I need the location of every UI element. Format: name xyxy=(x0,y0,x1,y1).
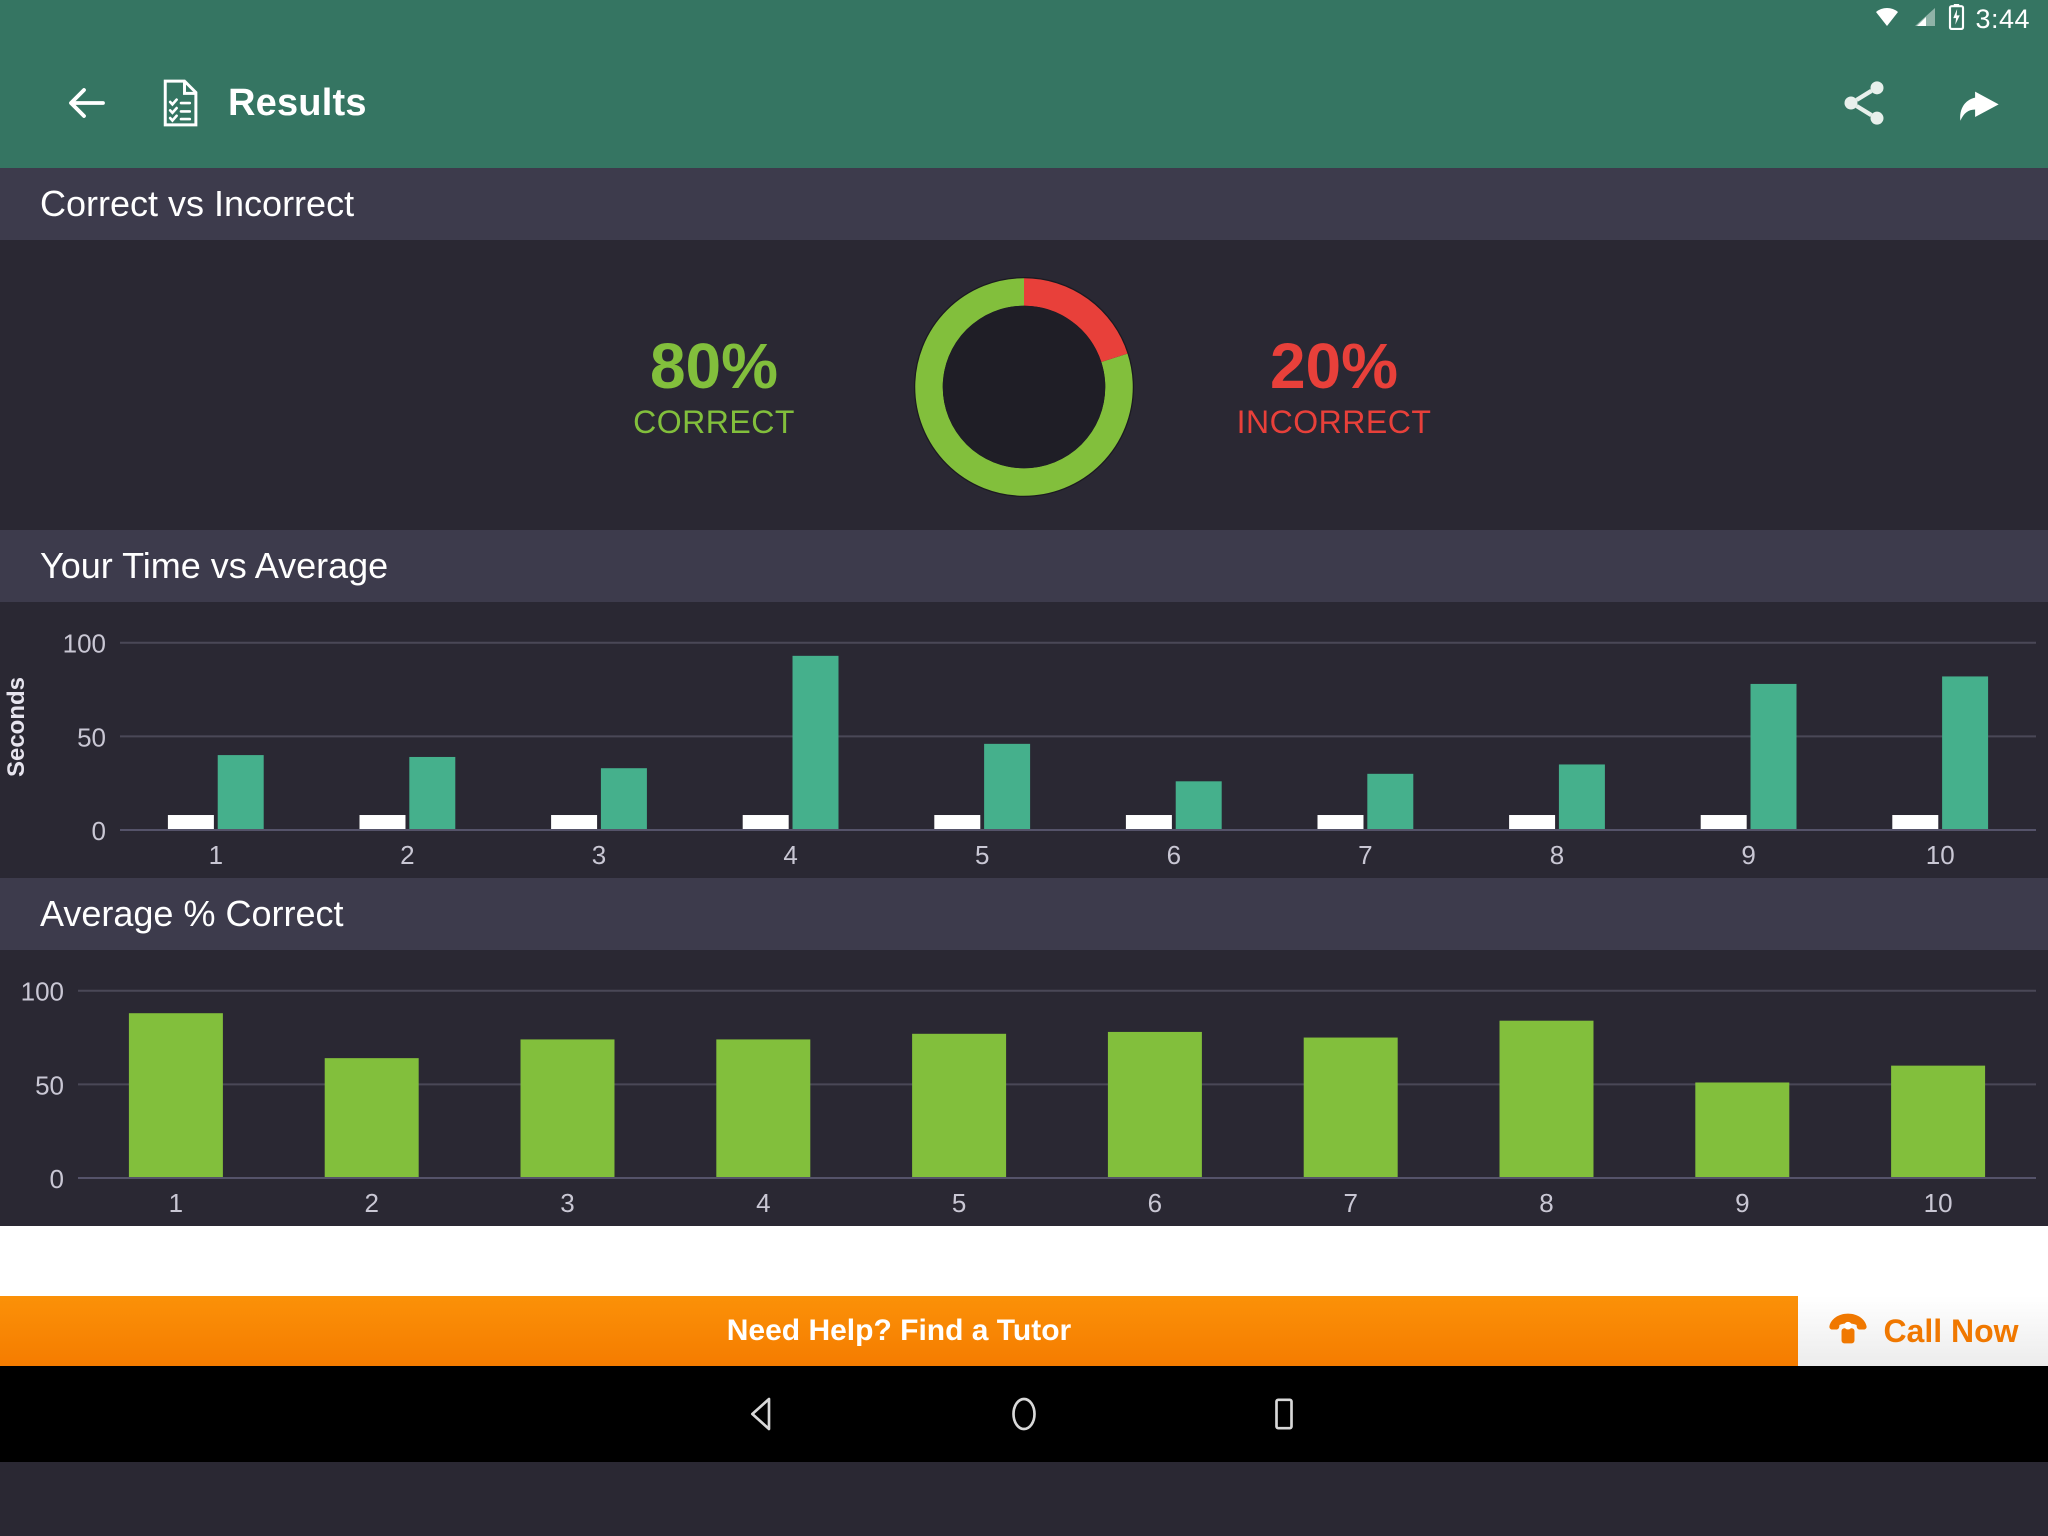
back-arrow-icon[interactable] xyxy=(52,68,122,138)
cellular-signal-icon xyxy=(1912,5,1938,34)
incorrect-label: INCORRECT xyxy=(1236,404,1432,441)
telephone-icon xyxy=(1827,1311,1869,1352)
bar xyxy=(217,755,264,830)
x-axis-tick-label: 1 xyxy=(169,1188,183,1218)
x-axis-tick-label: 9 xyxy=(1735,1188,1749,1218)
bar xyxy=(716,1039,811,1178)
x-axis-tick-label: 8 xyxy=(1539,1188,1553,1218)
app-bar-actions xyxy=(1832,71,2012,135)
x-axis-tick-label: 7 xyxy=(1358,840,1372,870)
y-axis-tick-label: 50 xyxy=(77,722,106,752)
x-axis-tick-label: 10 xyxy=(1926,840,1955,870)
find-a-tutor-button[interactable]: Need Help? Find a Tutor xyxy=(0,1296,1798,1366)
correct-incorrect-donut-chart xyxy=(899,262,1149,512)
call-now-button[interactable]: Call Now xyxy=(1798,1296,2048,1366)
status-icons xyxy=(1872,3,1965,35)
bar xyxy=(1558,764,1605,830)
bar xyxy=(912,1033,1007,1178)
android-navigation-bar xyxy=(0,1366,2048,1462)
x-axis-tick-label: 6 xyxy=(1148,1188,1162,1218)
y-axis-tick-label: 100 xyxy=(63,629,106,659)
bar xyxy=(1892,815,1939,830)
app-bar: Results xyxy=(0,38,2048,168)
correct-vs-incorrect-panel: 80% CORRECT 20% INCORRECT xyxy=(0,244,2048,530)
x-axis-tick-label: 4 xyxy=(756,1188,770,1218)
x-axis-tick-label: 9 xyxy=(1741,840,1755,870)
bar xyxy=(167,815,214,830)
bar xyxy=(1942,676,1989,830)
bar xyxy=(1700,815,1747,830)
x-axis-tick-label: 1 xyxy=(209,840,223,870)
bar xyxy=(1891,1065,1986,1178)
x-axis-tick-label: 2 xyxy=(364,1188,378,1218)
bar xyxy=(1107,1031,1202,1178)
redo-arrow-icon[interactable] xyxy=(1948,71,2012,135)
nav-back-triangle-icon[interactable] xyxy=(729,1379,799,1449)
status-bar: 3:44 xyxy=(0,0,2048,38)
wifi-icon xyxy=(1872,5,1902,34)
x-axis-tick-label: 4 xyxy=(783,840,797,870)
share-icon[interactable] xyxy=(1832,71,1896,135)
y-axis-tick-label: 0 xyxy=(92,816,106,846)
bar xyxy=(1499,1020,1594,1178)
bar xyxy=(359,815,406,830)
y-axis-title: Seconds xyxy=(3,677,30,777)
x-axis-tick-label: 3 xyxy=(560,1188,574,1218)
x-axis-tick-label: 5 xyxy=(975,840,989,870)
x-axis-tick-label: 10 xyxy=(1924,1188,1953,1218)
nav-home-circle-icon[interactable] xyxy=(989,1379,1059,1449)
bar xyxy=(742,815,789,830)
bar xyxy=(324,1058,419,1178)
call-now-label: Call Now xyxy=(1883,1312,2019,1349)
x-axis-tick-label: 2 xyxy=(400,840,414,870)
bar xyxy=(1317,815,1364,830)
bar xyxy=(1175,781,1222,830)
bar xyxy=(128,1013,223,1178)
section-header-average-percent-correct: Average % Correct xyxy=(0,878,2048,950)
section-header-your-time-vs-average: Your Time vs Average xyxy=(0,530,2048,602)
bar xyxy=(1695,1082,1790,1178)
x-axis-tick-label: 8 xyxy=(1550,840,1564,870)
correct-percent: 80% xyxy=(649,329,779,402)
content-gap xyxy=(0,1226,2048,1296)
x-axis-tick-label: 5 xyxy=(952,1188,966,1218)
bar xyxy=(984,743,1031,830)
page-title: Results xyxy=(228,81,367,124)
incorrect-percent: 20% xyxy=(1269,329,1399,402)
banner-text: Need Help? Find a Tutor xyxy=(726,1314,1072,1347)
x-axis-tick-label: 6 xyxy=(1167,840,1181,870)
section-header-correct-vs-incorrect: Correct vs Incorrect xyxy=(0,168,2048,240)
bar xyxy=(1750,683,1797,830)
bar xyxy=(1367,773,1414,830)
your-time-vs-average-chart: 0 50 100 Seconds 1 2 3 4 5 6 7 8 9 10 xyxy=(0,606,2048,878)
bar xyxy=(600,768,647,830)
bar xyxy=(520,1039,615,1178)
x-axis-tick-label: 3 xyxy=(592,840,606,870)
correct-label: CORRECT xyxy=(633,404,795,441)
correct-stat: 80% CORRECT xyxy=(569,329,859,441)
bar xyxy=(792,655,839,830)
y-axis-tick-label: 0 xyxy=(50,1164,64,1194)
y-axis-tick-label: 50 xyxy=(35,1070,64,1100)
bar xyxy=(551,815,598,830)
average-percent-correct-chart: 0 50 100 1 2 3 4 5 6 7 8 9 10 xyxy=(0,954,2048,1226)
nav-recents-square-icon[interactable] xyxy=(1249,1379,1319,1449)
bar xyxy=(1125,815,1172,830)
bar xyxy=(409,756,456,830)
app-screen: 3:44 Results Correct vs Incorrect 80% CO… xyxy=(0,0,2048,1536)
tutor-ad-banner: Need Help? Find a Tutor Call Now xyxy=(0,1296,2048,1366)
battery-charging-icon xyxy=(1948,3,1965,35)
y-axis-tick-label: 100 xyxy=(21,977,64,1007)
x-axis-tick-label: 7 xyxy=(1343,1188,1357,1218)
status-clock: 3:44 xyxy=(1975,3,2030,34)
app-bar-left: Results xyxy=(52,68,1832,138)
bar xyxy=(934,815,981,830)
incorrect-stat: 20% INCORRECT xyxy=(1189,329,1479,441)
bar xyxy=(1509,815,1556,830)
checklist-document-icon xyxy=(152,74,210,132)
bar xyxy=(1303,1037,1398,1178)
